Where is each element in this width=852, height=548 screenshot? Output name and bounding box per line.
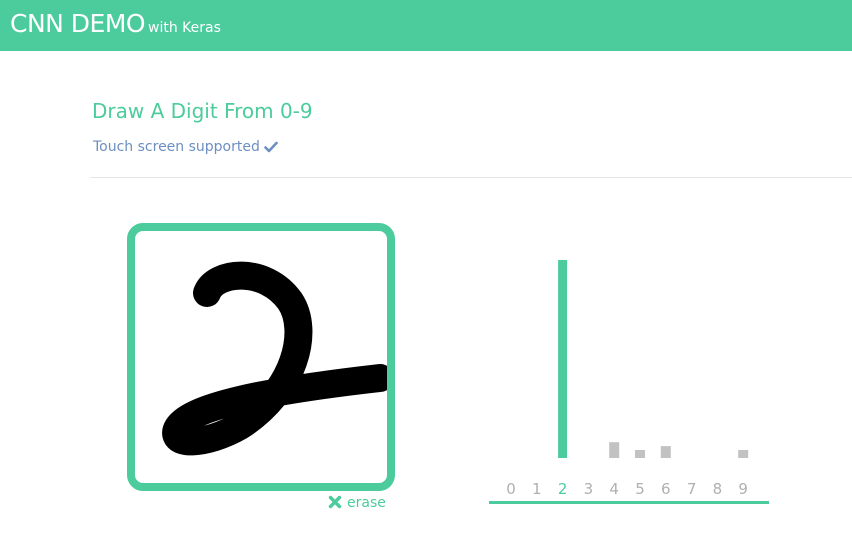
tick-label-1: 1 (532, 480, 542, 498)
x-axis-line (489, 501, 769, 504)
bar-5 (635, 450, 645, 458)
bar-2 (558, 260, 568, 458)
erase-button[interactable]: erase (328, 494, 386, 512)
bar-9 (738, 450, 749, 458)
section-divider (90, 177, 852, 178)
check-icon (264, 141, 278, 153)
page-heading: Draw A Digit From 0-9 (92, 99, 313, 123)
app-subtitle: with Keras (148, 20, 221, 36)
touch-support-note: Touch screen supported (93, 137, 278, 157)
erase-label: erase (347, 495, 386, 511)
tick-label-6: 6 (661, 480, 671, 498)
x-icon (328, 495, 342, 509)
touch-support-label: Touch screen supported (93, 139, 260, 155)
drawing-canvas[interactable] (127, 223, 395, 491)
bar-4 (609, 442, 620, 458)
tick-label-5: 5 (635, 480, 645, 498)
tick-label-2: 2 (558, 480, 568, 498)
app-title: CNN DEMO (10, 9, 146, 38)
tick-label-9: 9 (738, 480, 748, 498)
tick-label-4: 4 (609, 480, 619, 498)
tick-label-3: 3 (584, 480, 594, 498)
tick-label-0: 0 (506, 480, 516, 498)
prediction-chart: 0123456789 (489, 260, 769, 504)
bar-6 (660, 446, 671, 458)
tick-label-8: 8 (713, 480, 723, 498)
tick-label-7: 7 (687, 480, 697, 498)
drawn-digit-stroke (162, 261, 387, 456)
top-bar: CNN DEMO with Keras (0, 0, 852, 51)
